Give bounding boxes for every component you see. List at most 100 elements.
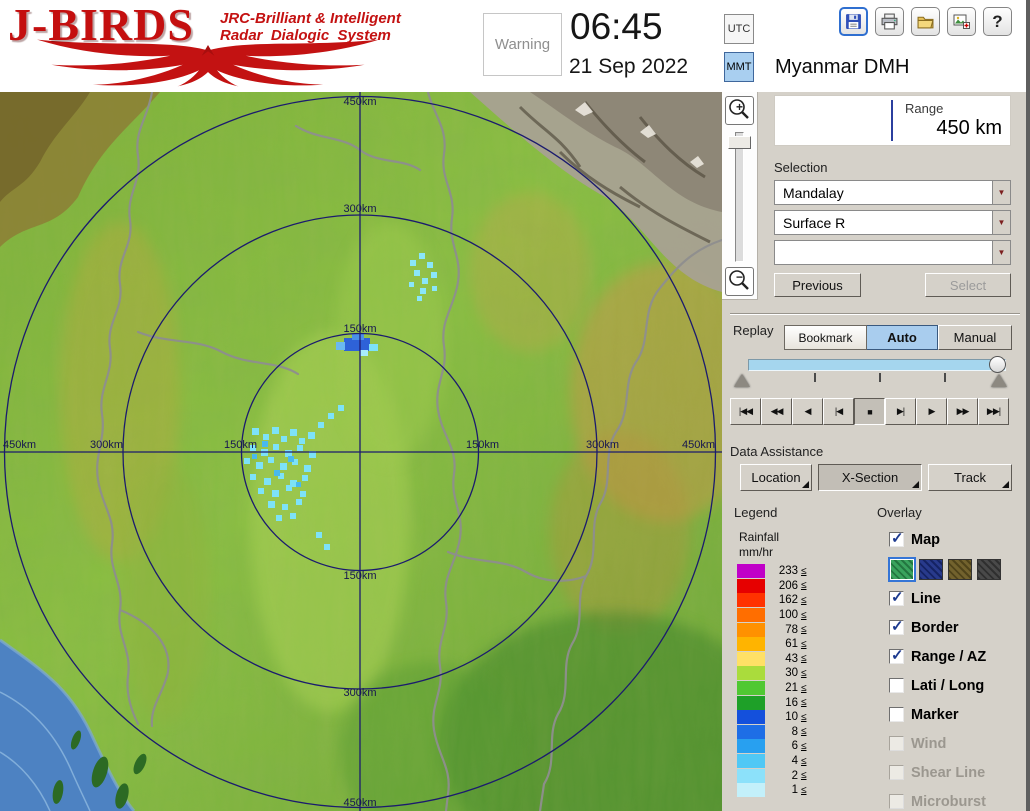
map-style-swatch-2[interactable]: [919, 558, 943, 580]
zoom-slider-thumb[interactable]: [728, 136, 751, 149]
overlay-item-microburst: Microburst: [889, 787, 1025, 811]
floppy-disk-icon: [846, 14, 861, 29]
legend-row: 206 ≤: [737, 578, 807, 594]
legend-value: 233: [778, 565, 798, 578]
checkbox[interactable]: [889, 678, 904, 693]
replay-slider-thumb[interactable]: [989, 356, 1006, 373]
skip-end-button[interactable]: ▶▶|: [978, 398, 1009, 425]
button-label: Location: [751, 470, 801, 485]
checkbox: [889, 765, 904, 780]
step-backward-button[interactable]: |◀: [823, 398, 854, 425]
fast-rewind-button[interactable]: ◀◀: [761, 398, 792, 425]
map-style-swatch-4[interactable]: [977, 558, 1001, 580]
clock-date: 21 Sep 2022: [569, 55, 689, 78]
legend-color-swatch: [737, 754, 765, 769]
legend-color-swatch: [737, 681, 765, 696]
legend-row: 233 ≤: [737, 564, 807, 579]
select-button[interactable]: Select: [925, 273, 1011, 297]
overlay-item-lati-long[interactable]: Lati / Long: [889, 671, 1025, 700]
stop-button[interactable]: ■: [854, 398, 885, 425]
legend-color-swatch: [737, 710, 765, 725]
map-viewport[interactable]: 450km 300km 150km 150km 300km 450km 450k…: [0, 92, 722, 811]
image-plus-icon: [953, 14, 970, 29]
play-button[interactable]: ▶: [916, 398, 947, 425]
legend-color-swatch: [737, 651, 765, 666]
legend-value: 10: [785, 711, 798, 724]
zoom-in-button[interactable]: +: [725, 96, 754, 125]
site-dropdown[interactable]: Mandalay ▼: [774, 180, 1011, 205]
legend-color-swatch: [737, 739, 765, 754]
step-forward-button[interactable]: ▶|: [885, 398, 916, 425]
less-equal-symbol: ≤: [801, 711, 807, 723]
slider-start-marker-icon: [734, 374, 750, 387]
map-style-swatch-3[interactable]: [948, 558, 972, 580]
overlay-label: Border: [911, 619, 959, 636]
replay-slider-track[interactable]: [748, 359, 1006, 371]
checkbox[interactable]: ✓: [889, 647, 904, 664]
data-assistance-location-button[interactable]: Location: [740, 464, 812, 491]
data-assistance-label: Data Assistance: [730, 444, 824, 459]
overlay-item-border[interactable]: ✓ Border: [889, 613, 1025, 642]
plus-glyph: +: [735, 100, 743, 114]
question-mark-icon: ?: [992, 11, 1003, 31]
range-ring-label: 150km: [343, 323, 376, 335]
play-backward-button[interactable]: ◀: [792, 398, 823, 425]
option-dropdown-arrow-button[interactable]: ▼: [992, 241, 1010, 264]
product-dropdown[interactable]: Surface R ▼: [774, 210, 1011, 235]
overlay-item-marker[interactable]: Marker: [889, 700, 1025, 729]
site-dropdown-arrow-button[interactable]: ▼: [992, 181, 1010, 204]
range-ring-label: 450km: [343, 797, 376, 809]
legend-value: 43: [785, 652, 798, 665]
logo-tagline-1: JRC-Brilliant & Intelligent: [220, 10, 401, 27]
legend-value: 30: [785, 667, 798, 680]
help-button[interactable]: ?: [983, 7, 1012, 36]
range-ring-label: 150km: [224, 439, 257, 451]
checkbox[interactable]: [889, 707, 904, 722]
open-file-button[interactable]: [911, 7, 940, 36]
legend-color-swatch: [737, 593, 765, 608]
less-equal-symbol: ≤: [801, 740, 807, 752]
less-equal-symbol: ≤: [801, 770, 807, 782]
less-equal-symbol: ≤: [801, 667, 807, 679]
auto-mode-button[interactable]: Auto: [867, 325, 938, 350]
overlay-label: Microburst: [911, 793, 986, 810]
data-assistance-track-button[interactable]: Track: [928, 464, 1012, 491]
save-button[interactable]: [839, 7, 868, 36]
overlay-item-line[interactable]: ✓ Line: [889, 584, 1025, 613]
less-equal-symbol: ≤: [801, 697, 807, 709]
mmt-toggle-button[interactable]: MMT: [724, 52, 754, 82]
range-display: Range 450 km: [774, 95, 1011, 146]
overlay-item-shear-line: Shear Line: [889, 758, 1025, 787]
option-dropdown[interactable]: ▼: [774, 240, 1011, 265]
manual-mode-button[interactable]: Manual: [938, 325, 1012, 350]
zoom-out-button[interactable]: −: [725, 267, 754, 296]
checkbox[interactable]: ✓: [889, 618, 904, 635]
fast-forward-button[interactable]: ▶▶: [947, 398, 978, 425]
skip-start-button[interactable]: |◀◀: [730, 398, 761, 425]
print-button[interactable]: [875, 7, 904, 36]
range-value: 450 km: [936, 117, 1002, 139]
zoom-slider-track[interactable]: [728, 132, 751, 262]
checkbox[interactable]: ✓: [889, 530, 904, 547]
legend-row: 100 ≤: [737, 608, 807, 623]
legend-row: 16 ≤: [737, 695, 807, 710]
map-style-swatch-1[interactable]: [888, 556, 916, 582]
legend-value: 2: [791, 769, 798, 782]
previous-button[interactable]: Previous: [774, 273, 861, 297]
chevron-down-icon: ▼: [997, 217, 1006, 227]
less-equal-symbol: ≤: [801, 755, 807, 767]
data-assistance-x-section-button[interactable]: X-Section: [818, 464, 922, 491]
product-dropdown-arrow-button[interactable]: ▼: [992, 211, 1010, 234]
overlay-item-range-az[interactable]: ✓ Range / AZ: [889, 642, 1025, 671]
legend-color-swatch: [737, 608, 765, 623]
checkbox[interactable]: ✓: [889, 589, 904, 606]
legend-value: 100: [778, 609, 798, 622]
warning-button[interactable]: Warning: [483, 13, 562, 76]
export-image-button[interactable]: [947, 7, 976, 36]
menu-corner-icon: [802, 481, 809, 488]
legend-value: 162: [778, 594, 798, 607]
checkbox: [889, 736, 904, 751]
utc-toggle-button[interactable]: UTC: [724, 14, 754, 44]
overlay-item-map[interactable]: ✓ Map: [889, 525, 1025, 554]
bookmark-button[interactable]: Bookmark: [784, 325, 867, 350]
